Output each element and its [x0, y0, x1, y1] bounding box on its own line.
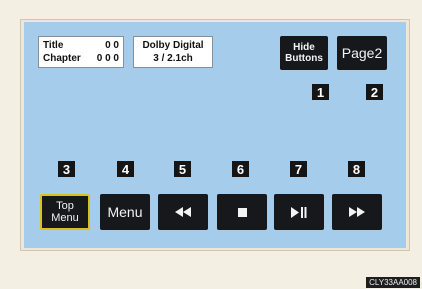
callout-7: 7	[290, 161, 307, 177]
fast-forward-button[interactable]	[332, 194, 382, 230]
audio-format-label: Dolby Digital	[142, 40, 204, 51]
audio-format-display: Dolby Digital 3 / 2.1ch	[133, 36, 213, 68]
callout-5: 5	[174, 161, 191, 177]
callout-3: 3	[58, 161, 75, 177]
hide-buttons-label-line2: Buttons	[285, 53, 323, 64]
chapter-value: 0 0 0	[96, 53, 119, 64]
title-label: Title	[43, 40, 64, 51]
play-pause-button[interactable]	[274, 194, 324, 230]
audio-channels-label: 3 / 2.1ch	[153, 53, 193, 64]
menu-button[interactable]: Menu	[100, 194, 150, 230]
callout-6: 6	[232, 161, 249, 177]
rewind-button[interactable]	[158, 194, 208, 230]
play-pause-icon	[291, 206, 307, 218]
title-value: 0 0	[105, 40, 119, 51]
top-menu-label-line1: Top	[56, 200, 74, 212]
dvd-control-screen: Title 0 0 Chapter 0 0 0 Dolby Digital 3 …	[24, 22, 406, 248]
rewind-icon	[175, 207, 191, 217]
top-menu-button[interactable]: Top Menu	[40, 194, 90, 230]
menu-label: Menu	[107, 204, 143, 220]
stop-icon	[237, 207, 247, 217]
callout-1: 1	[312, 84, 329, 100]
callout-4: 4	[117, 161, 134, 177]
stop-button[interactable]	[217, 194, 267, 230]
chapter-label: Chapter	[43, 53, 81, 64]
top-menu-label-line2: Menu	[51, 212, 79, 224]
page2-label: Page2	[341, 45, 383, 61]
page2-button[interactable]: Page2	[337, 36, 387, 70]
fast-forward-icon	[349, 207, 365, 217]
callout-8: 8	[348, 161, 365, 177]
image-code-label: CLY33AA008	[366, 277, 420, 288]
callout-2: 2	[366, 84, 383, 100]
hide-buttons-label-line1: Hide	[293, 42, 315, 53]
hide-buttons-button[interactable]: Hide Buttons	[280, 36, 328, 70]
title-chapter-display: Title 0 0 Chapter 0 0 0	[38, 36, 124, 68]
